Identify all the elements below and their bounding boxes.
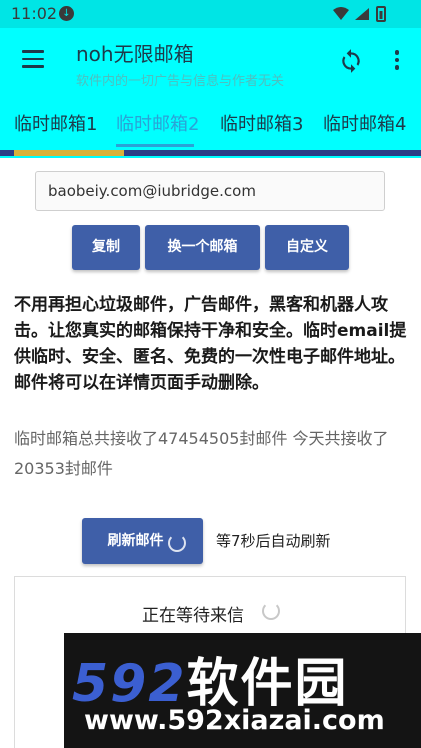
download-icon: ↓ [59,6,74,21]
tab-bar: 临时邮箱1 临时邮箱2 临时邮箱3 临时邮箱4 [0,98,421,158]
waiting-spinner-icon [262,602,280,620]
more-options-icon[interactable] [390,50,404,74]
waiting-text: 正在等待来信 [142,606,244,626]
stats-text: 临时邮箱总共接收了47454505封邮件 今天共接收了20353封邮件 [14,429,389,478]
tab-mailbox-2[interactable]: 临时邮箱2 [116,110,199,136]
status-time: 11:02 [11,4,58,23]
tab-mailbox-4[interactable]: 临时邮箱4 [323,110,406,136]
watermark-url: www.592xiazai.com [84,705,385,736]
app-title: noh无限邮箱 [76,42,194,66]
change-email-button[interactable]: 换一个邮箱 [145,225,260,270]
menu-icon[interactable] [22,50,44,68]
tab-highlight [14,150,124,156]
wifi-icon [333,7,349,20]
app-bar: noh无限邮箱 软件内的一切广告与信息与作者无关 [0,28,421,98]
refresh-icon[interactable] [338,48,364,74]
auto-refresh-countdown: 等7秒后自动刷新 [216,532,331,550]
active-tab-indicator [116,144,194,147]
intro-text: 不用再担心垃圾邮件，广告邮件，黑客和机器人攻击。让您真实的邮箱保持干净和安全。临… [14,295,407,393]
status-icons [333,6,386,22]
custom-email-button[interactable]: 自定义 [265,225,349,270]
status-bar: 11:02 ↓ [0,0,421,28]
app-subtitle: 软件内的一切广告与信息与作者无关 [76,74,285,89]
copy-button[interactable]: 复制 [72,225,140,270]
loading-spinner-icon [168,534,186,552]
watermark-banner: 592软件园 www.592xiazai.com [64,633,421,748]
signal-icon [355,8,369,20]
email-address-field[interactable]: baobeiy.com@iubridge.com [35,171,385,211]
tab-mailbox-1[interactable]: 临时邮箱1 [14,110,97,136]
tab-mailbox-3[interactable]: 临时邮箱3 [220,110,303,136]
